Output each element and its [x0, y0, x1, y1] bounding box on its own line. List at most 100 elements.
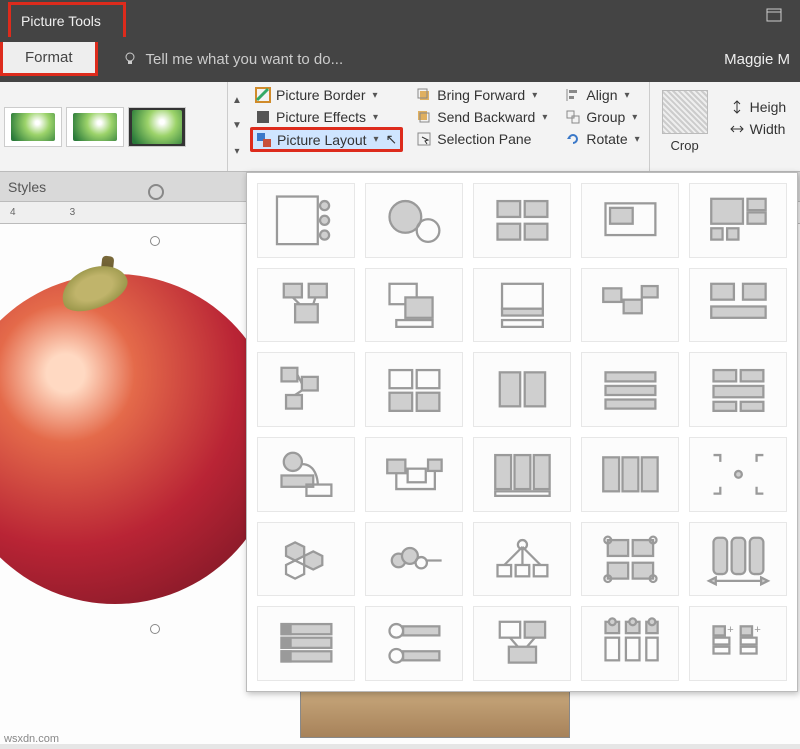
layout-option[interactable]: [581, 183, 679, 258]
chevron-down-icon: ▾: [632, 112, 637, 123]
secondary-image[interactable]: [300, 690, 570, 738]
layout-option[interactable]: [257, 522, 355, 597]
bring-forward-icon: [416, 87, 432, 103]
send-backward-icon: [416, 109, 432, 125]
label: Align: [586, 87, 617, 103]
chevron-down-icon: ▾: [532, 90, 537, 101]
layout-option[interactable]: [473, 183, 571, 258]
chevron-down-icon: ▾: [373, 112, 378, 123]
height-field[interactable]: Heigh: [724, 96, 792, 118]
width-icon: [729, 121, 745, 137]
label: Heigh: [750, 99, 787, 115]
svg-text:+: +: [754, 624, 761, 636]
ribbon: ▲ ▼ ▾ Picture Border▾ Picture Effects ▾ P…: [0, 82, 800, 172]
selection-pane-button[interactable]: Selection Pane: [411, 128, 552, 150]
style-thumb[interactable]: [66, 107, 124, 147]
layout-option[interactable]: [581, 522, 679, 597]
layout-option[interactable]: [581, 606, 679, 681]
picture-effects-button[interactable]: Picture Effects ▾: [250, 106, 403, 128]
layout-option[interactable]: [365, 437, 463, 512]
layout-option[interactable]: [257, 437, 355, 512]
gallery-scroll[interactable]: ▲ ▼ ▾: [228, 82, 246, 171]
group-button[interactable]: Group ▾: [560, 106, 644, 128]
label: Bring Forward: [437, 87, 525, 103]
picture-effects-icon: [255, 109, 271, 125]
rotate-icon: [565, 131, 581, 147]
chevron-down-icon: ▾: [635, 134, 640, 145]
layout-option[interactable]: [473, 606, 571, 681]
bring-forward-button[interactable]: Bring Forward ▾: [411, 84, 552, 106]
layout-option[interactable]: [473, 437, 571, 512]
selection-pane-icon: [416, 131, 432, 147]
rotation-handle[interactable]: [148, 184, 164, 200]
window-controls[interactable]: [766, 8, 782, 27]
picture-styles-gallery[interactable]: [0, 82, 228, 171]
label: Group: [586, 109, 625, 125]
layout-option[interactable]: [689, 437, 787, 512]
layout-option[interactable]: [365, 268, 463, 343]
align-icon: [565, 87, 581, 103]
tell-me-search[interactable]: Tell me what you want to do...: [122, 51, 344, 68]
layout-option[interactable]: [473, 522, 571, 597]
ruler-mark: 3: [70, 207, 76, 218]
layout-option[interactable]: [365, 183, 463, 258]
picture-layout-icon: [256, 132, 272, 148]
chevron-down-icon[interactable]: ▼: [232, 121, 242, 131]
layout-option[interactable]: [473, 268, 571, 343]
ruler-mark: 4: [10, 207, 16, 218]
selection-handle[interactable]: [150, 624, 160, 634]
layout-option[interactable]: [581, 352, 679, 427]
crop-button[interactable]: [662, 90, 708, 134]
send-backward-button[interactable]: Send Backward ▾: [411, 106, 552, 128]
chevron-up-icon[interactable]: ▲: [232, 96, 242, 106]
layout-option[interactable]: [689, 183, 787, 258]
selection-handle[interactable]: [150, 236, 160, 246]
styles-panel-label: Styles: [8, 179, 46, 195]
layout-option[interactable]: [473, 352, 571, 427]
lightbulb-icon: [122, 51, 138, 67]
tab-format[interactable]: Format: [0, 42, 98, 76]
label: Picture Effects: [276, 109, 366, 125]
label: Selection Pane: [437, 131, 531, 147]
layout-option[interactable]: ++: [689, 606, 787, 681]
layout-option[interactable]: [257, 606, 355, 681]
label: Rotate: [586, 131, 627, 147]
crop-label: Crop: [671, 138, 699, 153]
label: Send Backward: [437, 109, 535, 125]
user-name[interactable]: Maggie M: [724, 51, 790, 68]
layout-option[interactable]: [257, 352, 355, 427]
picture-layout-button[interactable]: Picture Layout ▾ ↖: [250, 127, 403, 152]
group-icon: [565, 109, 581, 125]
width-field[interactable]: Width: [724, 118, 792, 140]
layout-option[interactable]: [689, 522, 787, 597]
height-icon: [729, 99, 745, 115]
style-thumb[interactable]: [128, 107, 186, 147]
layout-option[interactable]: [365, 606, 463, 681]
chevron-down-icon: ▾: [625, 90, 630, 101]
tell-me-placeholder: Tell me what you want to do...: [146, 51, 344, 68]
label: Picture Layout: [277, 132, 367, 148]
svg-text:+: +: [727, 624, 734, 636]
chevron-down-icon: ▾: [542, 112, 547, 123]
align-button[interactable]: Align ▾: [560, 84, 644, 106]
chevron-down-icon: ▾: [372, 90, 377, 101]
watermark: wsxdn.com: [4, 733, 59, 745]
chevron-down-icon: ▾: [374, 134, 379, 145]
more-icon[interactable]: ▾: [234, 147, 239, 157]
rotate-button[interactable]: Rotate ▾: [560, 128, 644, 150]
layout-option[interactable]: [581, 268, 679, 343]
contextual-tab-picture-tools: Picture Tools: [8, 2, 126, 37]
picture-layout-gallery: ++: [246, 172, 798, 692]
layout-option[interactable]: [581, 437, 679, 512]
layout-option[interactable]: [689, 352, 787, 427]
layout-option[interactable]: [257, 183, 355, 258]
layout-option[interactable]: [689, 268, 787, 343]
picture-border-button[interactable]: Picture Border▾: [250, 84, 403, 106]
label: Width: [750, 121, 786, 137]
selected-image-apple[interactable]: [0, 274, 280, 604]
cursor-icon: ↖: [386, 131, 398, 148]
style-thumb[interactable]: [4, 107, 62, 147]
layout-option[interactable]: [257, 268, 355, 343]
layout-option[interactable]: [365, 352, 463, 427]
layout-option[interactable]: [365, 522, 463, 597]
